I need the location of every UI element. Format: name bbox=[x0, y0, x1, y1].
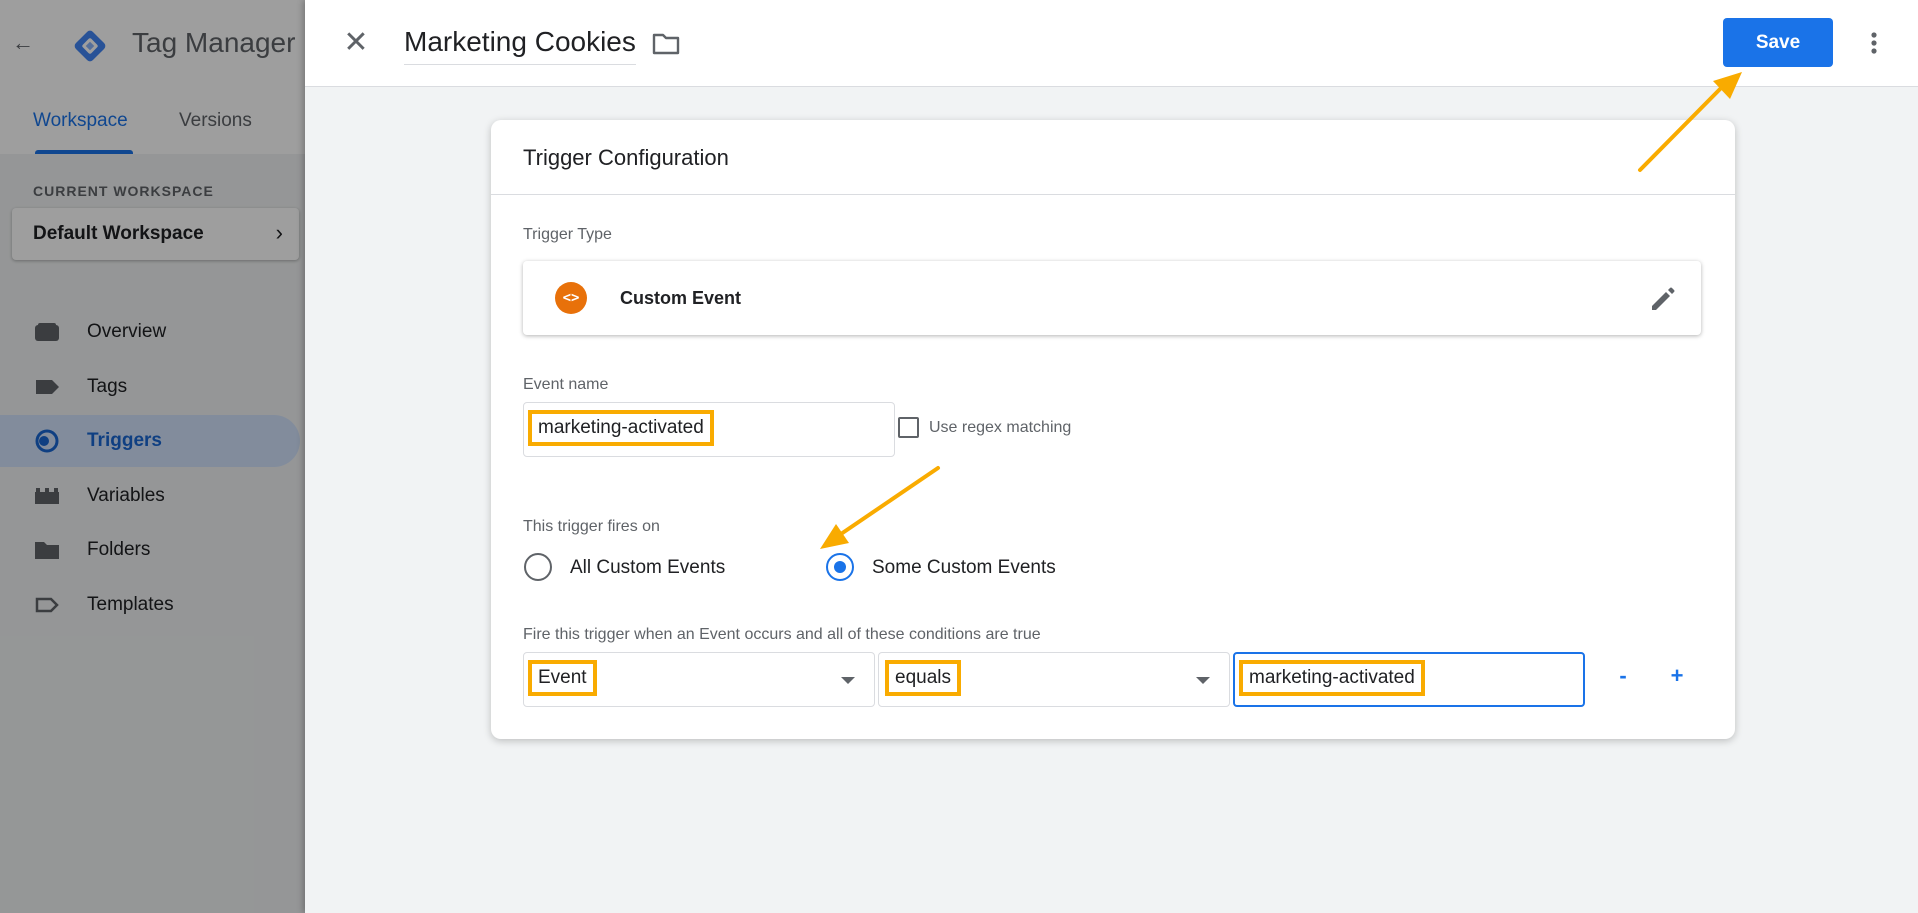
event-name-value: marketing-activated bbox=[528, 410, 714, 446]
add-condition-button[interactable]: + bbox=[1662, 663, 1692, 689]
fires-on-label: This trigger fires on bbox=[523, 518, 660, 535]
trigger-type-name: Custom Event bbox=[620, 288, 742, 308]
regex-checkbox[interactable] bbox=[898, 417, 919, 438]
condition-value-input[interactable]: marketing-activated bbox=[1233, 652, 1585, 707]
condition-operator-value: equals bbox=[885, 660, 961, 696]
custom-event-icon: <> bbox=[555, 282, 587, 314]
condition-value-text: marketing-activated bbox=[1239, 660, 1425, 696]
regex-checkbox-label[interactable]: Use regex matching bbox=[929, 419, 1071, 437]
dropdown-arrow-icon bbox=[1196, 677, 1210, 684]
radio-label-all[interactable]: All Custom Events bbox=[570, 557, 725, 579]
card-title: Trigger Configuration bbox=[523, 145, 729, 170]
more-vert-icon[interactable] bbox=[1862, 28, 1886, 58]
event-name-label: Event name bbox=[523, 376, 609, 393]
radio-all-custom-events[interactable] bbox=[524, 553, 552, 581]
modal-scrim[interactable] bbox=[0, 0, 305, 913]
pencil-icon[interactable] bbox=[1649, 285, 1677, 313]
close-icon[interactable]: ✕ bbox=[341, 28, 371, 58]
remove-condition-button[interactable]: - bbox=[1608, 663, 1638, 689]
condition-variable-value: Event bbox=[528, 660, 597, 696]
editor-toolbar: ✕ Marketing Cookies Save bbox=[305, 0, 1918, 87]
divider bbox=[491, 194, 1735, 195]
trigger-editor-panel: ✕ Marketing Cookies Save Trigger Configu… bbox=[305, 0, 1918, 913]
trigger-type-label: Trigger Type bbox=[523, 226, 612, 243]
dropdown-arrow-icon bbox=[841, 677, 855, 684]
trigger-configuration-card: Trigger Configuration Trigger Type <> Cu… bbox=[491, 120, 1735, 739]
radio-some-custom-events[interactable] bbox=[826, 553, 854, 581]
condition-label: Fire this trigger when an Event occurs a… bbox=[523, 626, 1041, 643]
condition-variable-select[interactable]: Event bbox=[523, 652, 875, 707]
folder-icon[interactable] bbox=[652, 33, 680, 55]
condition-operator-select[interactable]: equals bbox=[878, 652, 1230, 707]
trigger-name-input[interactable]: Marketing Cookies bbox=[404, 26, 636, 65]
event-name-input[interactable]: marketing-activated bbox=[523, 402, 895, 457]
trigger-type-selector[interactable]: <> Custom Event bbox=[523, 261, 1701, 335]
radio-label-some[interactable]: Some Custom Events bbox=[872, 557, 1056, 579]
save-button[interactable]: Save bbox=[1723, 18, 1833, 67]
